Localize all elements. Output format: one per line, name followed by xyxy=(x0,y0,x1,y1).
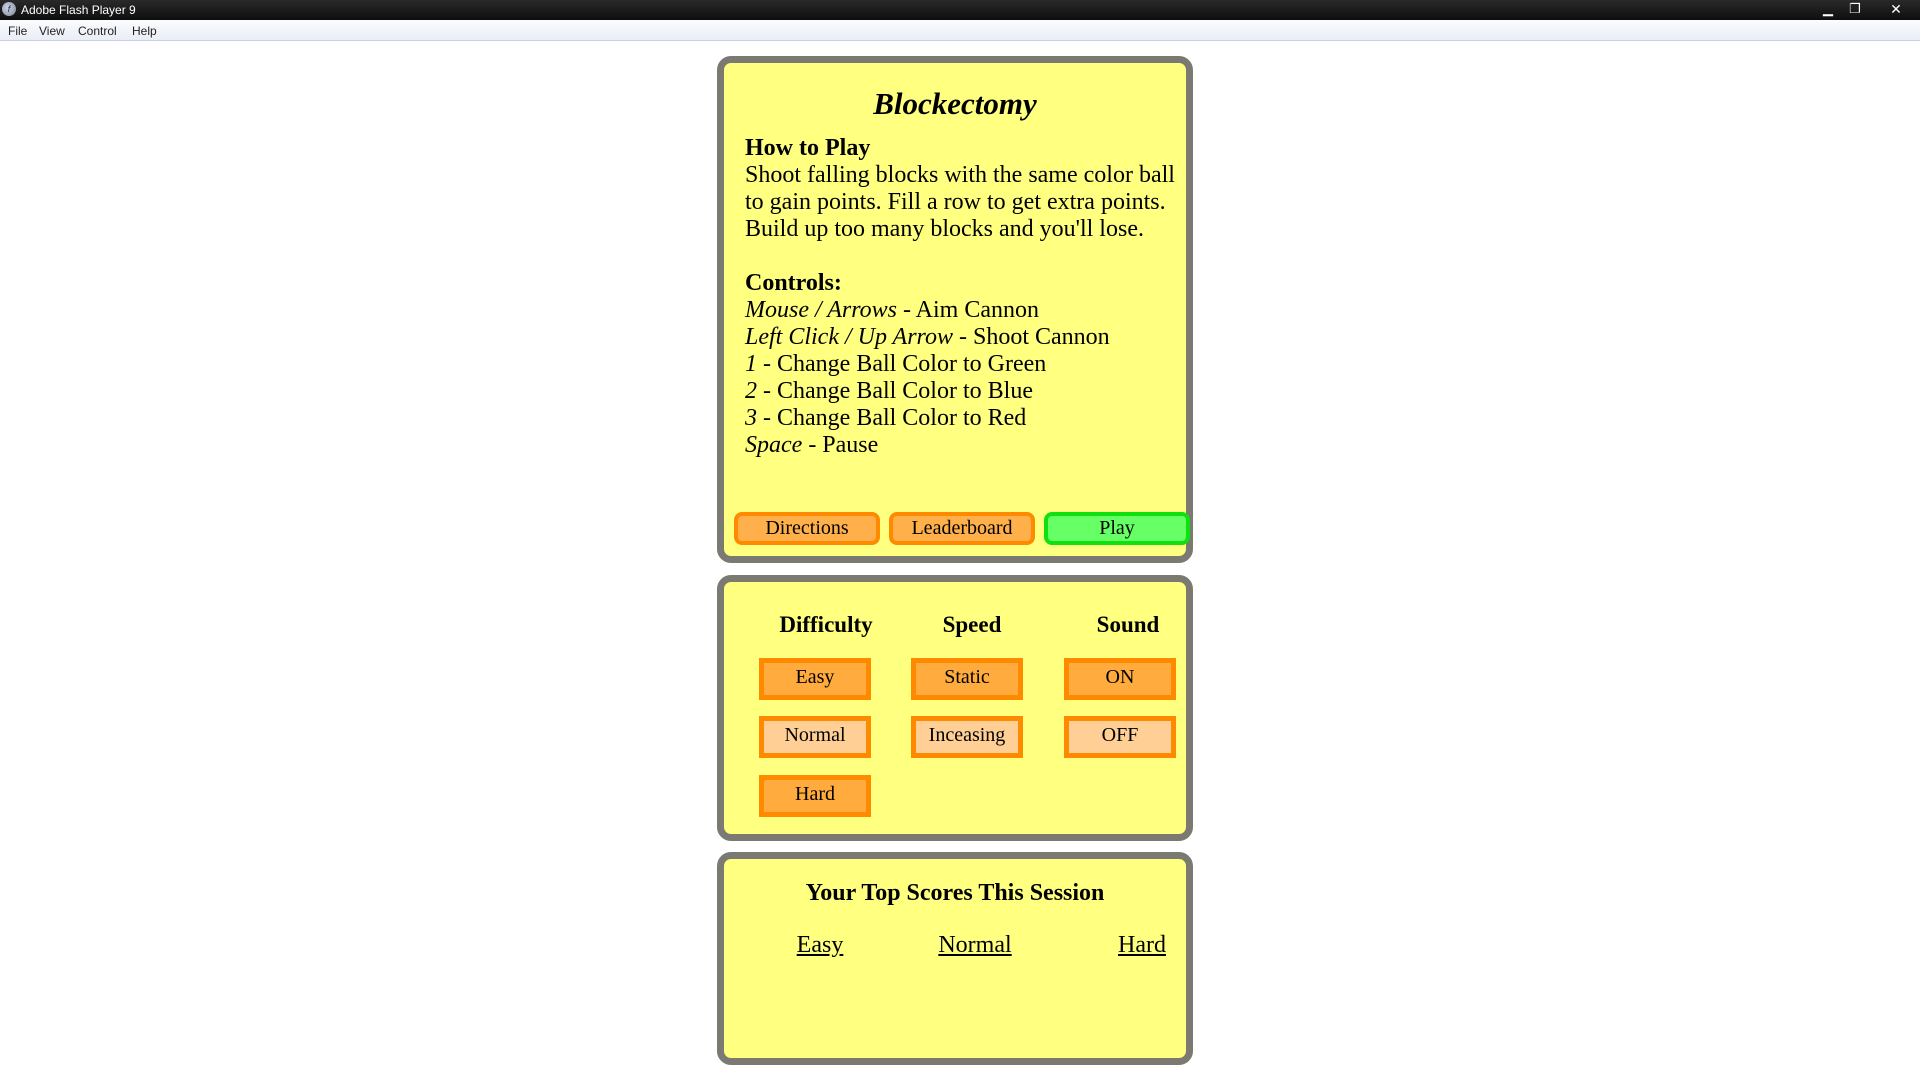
menu-file[interactable]: File xyxy=(8,24,27,38)
instruction-line: Shoot falling blocks with the same color… xyxy=(745,162,1175,188)
speed-static-button[interactable]: Static xyxy=(911,658,1023,700)
control-row: 3 - Change Ball Color to Red xyxy=(745,405,1175,432)
control-action: - Aim Cannon xyxy=(897,297,1040,323)
control-key: Space xyxy=(745,432,803,458)
top-scores-title: Your Top Scores This Session xyxy=(805,880,1105,906)
instruction-line: Build up too many blocks and you'll lose… xyxy=(745,216,1144,242)
scores-hard-link[interactable]: Hard xyxy=(1082,931,1202,959)
control-key: 2 xyxy=(745,378,757,404)
control-row: Left Click / Up Arrow - Shoot Cannon xyxy=(745,324,1175,351)
sound-off-button[interactable]: OFF xyxy=(1064,716,1176,758)
control-row: Space - Pause xyxy=(745,432,1175,459)
minimize-button[interactable]: ▁ xyxy=(1815,0,1841,18)
difficulty-easy-button[interactable]: Easy xyxy=(759,658,871,700)
window-title: Adobe Flash Player 9 xyxy=(21,3,136,17)
control-key: 3 xyxy=(745,405,757,431)
menu-control[interactable]: Control xyxy=(78,24,117,38)
restore-button[interactable]: ❐ xyxy=(1842,0,1868,18)
window-titlebar: f Adobe Flash Player 9 ▁ ❐ ✕ xyxy=(0,0,1920,20)
control-row: 1 - Change Ball Color to Green xyxy=(745,351,1175,378)
control-action: - Pause xyxy=(802,432,879,458)
top-scores-panel: Your Top Scores This Session Easy Normal… xyxy=(717,852,1193,1065)
control-row: 2 - Change Ball Color to Blue xyxy=(745,378,1175,405)
how-to-play-heading: How to Play xyxy=(745,135,871,161)
controls-heading: Controls: xyxy=(745,270,842,296)
control-action: - Change Ball Color to Red xyxy=(757,405,1027,431)
sound-heading: Sound xyxy=(1096,612,1160,637)
leaderboard-button[interactable]: Leaderboard xyxy=(889,512,1035,545)
close-button[interactable]: ✕ xyxy=(1880,0,1912,18)
control-key: Left Click / Up Arrow xyxy=(745,324,954,350)
control-key: 1 xyxy=(745,351,757,377)
instruction-line: to gain points. Fill a row to get extra … xyxy=(745,189,1166,215)
flash-player-icon: f xyxy=(2,2,16,16)
sound-on-button[interactable]: ON xyxy=(1064,658,1176,700)
play-button[interactable]: Play xyxy=(1044,512,1190,545)
menu-view[interactable]: View xyxy=(39,24,65,38)
speed-increasing-button[interactable]: Inceasing xyxy=(911,716,1023,758)
settings-panel: Difficulty Speed Sound Easy Normal Hard … xyxy=(717,575,1193,841)
scores-easy-link[interactable]: Easy xyxy=(760,931,880,959)
menu-help[interactable]: Help xyxy=(132,24,157,38)
menu-bar: File View Control Help xyxy=(0,20,1920,41)
how-to-play-panel: Blockectomy How to Play Shoot falling bl… xyxy=(717,56,1193,563)
difficulty-hard-button[interactable]: Hard xyxy=(759,775,871,817)
difficulty-heading: Difficulty xyxy=(779,612,873,637)
scores-normal-link[interactable]: Normal xyxy=(915,931,1035,959)
control-action: - Change Ball Color to Blue xyxy=(757,378,1033,404)
instructions: How to Play Shoot falling blocks with th… xyxy=(745,135,1175,459)
difficulty-normal-button[interactable]: Normal xyxy=(759,716,871,758)
speed-heading: Speed xyxy=(942,612,1002,637)
control-row: Mouse / Arrows - Aim Cannon xyxy=(745,297,1175,324)
game-title: Blockectomy xyxy=(873,86,1037,121)
directions-button[interactable]: Directions xyxy=(734,512,880,545)
control-action: - Change Ball Color to Green xyxy=(757,351,1047,377)
control-action: - Shoot Cannon xyxy=(953,324,1110,350)
control-key: Mouse / Arrows xyxy=(745,297,898,323)
